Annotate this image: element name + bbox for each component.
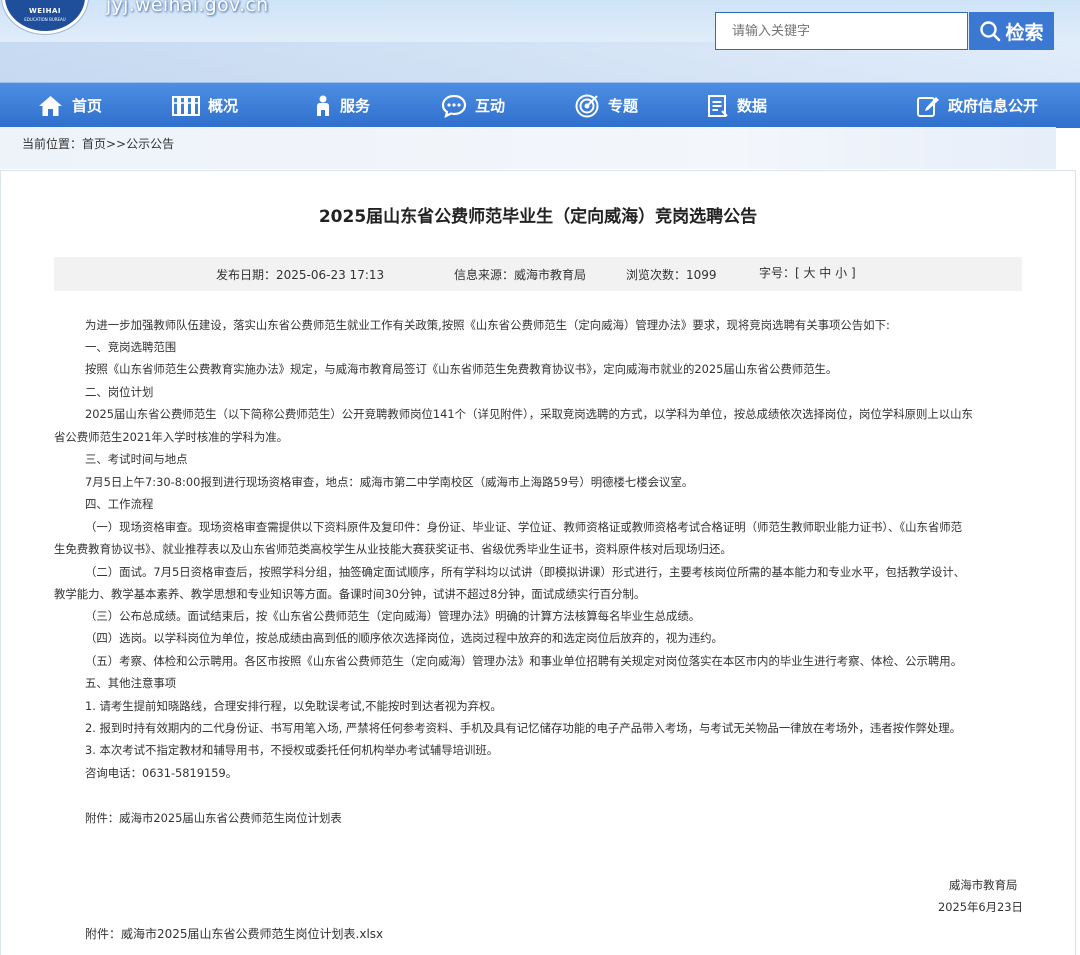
article-paragraph: 为进一步加强教师队伍建设，落实山东省公费师范生就业工作有关政策,按照《山东省公费… — [85, 318, 890, 332]
info-source: 信息来源：威海市教育局 — [454, 268, 587, 282]
article-paragraph: 省公费师范生2021年入学时核准的学科为准。 — [54, 430, 289, 444]
attachment-note: 附件：威海市2025届山东省公费师范生岗位计划表 — [85, 811, 342, 825]
view-count: 浏览次数：1099 — [626, 268, 717, 282]
edit-icon — [917, 96, 939, 117]
font-size-switch[interactable]: 字号：[ 大 中 小 ] — [759, 264, 856, 281]
article-title: 2025届山东省公费师范毕业生（定向威海）竞岗选聘公告 — [318, 207, 758, 227]
nav-item-service[interactable]: 服务 — [314, 83, 370, 128]
article-paragraph: 生免费教育协议书》、就业推荐表以及山东省师范类高校学生从业技能大赛获奖证书、省级… — [54, 542, 732, 556]
nav-item-data[interactable]: 数据 — [707, 83, 767, 128]
site-domain: jyj.weihai.gov.cn — [106, 0, 269, 16]
article-paragraph: （二）面试。7月5日资格审查后，按照学科分组，抽签确定面试顺序，所有学科均以试讲… — [85, 565, 966, 579]
article-paragraph: （四）选岗。以学科岗位为单位，按总成绩由高到低的顺序依次选择岗位，选岗过程中放弃… — [85, 631, 723, 645]
search-button-label: 检索 — [1005, 21, 1044, 44]
article-paragraph: 2. 报到时持有效期内的二代身份证、书写用笔入场, 严禁将任何参考资料、手机及具… — [85, 721, 962, 735]
site-header: WEIHAI EDUCATION BUREAU jyj.weihai.gov.c… — [0, 0, 1080, 82]
article-paragraph: 7月5日上午7:30-8:00报到进行现场资格审查，地点：威海市第二中学南校区（… — [85, 475, 694, 489]
logo-subtext: EDUCATION BUREAU — [24, 17, 66, 22]
site-logo[interactable]: WEIHAI EDUCATION BUREAU — [2, 0, 88, 34]
search-icon — [980, 21, 1001, 42]
breadcrumb[interactable]: 当前位置：首页>>公示公告 — [22, 135, 174, 152]
article-paragraph: （一）现场资格审查。现场资格审查需提供以下资料原件及复印件：身份证、毕业证、学位… — [85, 520, 963, 534]
chat-icon — [441, 94, 467, 118]
home-icon — [39, 95, 62, 116]
section-heading: 三、考试时间与地点 — [85, 452, 188, 466]
search-box — [715, 12, 968, 50]
nav-item-interact[interactable]: 互动 — [441, 83, 505, 128]
contact-phone: 咨询电话：0631-5819159。 — [85, 766, 238, 780]
search-input[interactable] — [730, 13, 964, 49]
attachment-link[interactable]: 附件：威海市2025届山东省公费师范生岗位计划表.xlsx — [85, 923, 1022, 946]
section-heading: 二、岗位计划 — [85, 385, 154, 399]
article-paragraph: 1. 请考生提前知晓路线，合理安排行程，以免耽误考试,不能按时到达者视为弃权。 — [85, 699, 502, 713]
nav-label: 服务 — [340, 97, 371, 115]
article-paragraph: 按照《山东省师范生公费教育实施办法》规定，与威海市教育局签订《山东省师范生免费教… — [85, 362, 838, 376]
section-heading: 一、竞岗选聘范围 — [85, 340, 177, 354]
logo-text: WEIHAI — [29, 7, 61, 15]
main-nav: 首页 概况 服务 互动 专题 数据 政府信息公开 — [0, 82, 1080, 128]
nav-item-topic[interactable]: 专题 — [574, 83, 638, 128]
person-icon — [317, 95, 329, 116]
article-paragraph: （三）公布总成绩。面试结束后，按《山东省公费师范生（定向威海）管理办法》明确的计… — [85, 609, 701, 623]
document-icon — [708, 94, 728, 117]
nav-label: 概况 — [208, 97, 239, 115]
nav-label: 首页 — [72, 97, 103, 115]
article-paragraph: 教学能力、教学基本素养、教学思想和专业知识等方面。备课时间30分钟，试讲不超过8… — [54, 587, 646, 601]
target-icon — [575, 94, 599, 117]
nav-label: 专题 — [608, 97, 639, 115]
article-paragraph: 2025届山东省公费师范生（以下简称公费师范生）公开竞聘教师岗位141个（详见附… — [85, 407, 973, 421]
section-heading: 四、工作流程 — [85, 497, 154, 511]
books-icon — [172, 95, 200, 116]
publish-date: 发布日期：2025-06-23 17:13 — [216, 268, 385, 282]
article-paragraph: （五）考察、体检和公示聘用。各区市按照《山东省公费师范生（定向威海）管理办法》和… — [85, 654, 963, 668]
nav-label: 数据 — [737, 97, 768, 115]
sign-date: 2025年6月23日 — [938, 900, 1023, 914]
nav-item-overview[interactable]: 概况 — [172, 83, 238, 128]
search-button[interactable]: 检索 — [969, 12, 1054, 50]
nav-label: 互动 — [475, 97, 506, 115]
signature: 威海市教育局 — [949, 878, 1018, 892]
nav-item-home[interactable]: 首页 — [37, 83, 102, 128]
nav-item-gov-info[interactable]: 政府信息公开 — [916, 83, 1038, 128]
section-heading: 五、其他注意事项 — [85, 676, 177, 690]
nav-label: 政府信息公开 — [948, 97, 1039, 115]
article-paragraph: 3. 本次考试不指定教材和辅导用书，不授权或委托任何机构举办考试辅导培训班。 — [85, 743, 499, 757]
